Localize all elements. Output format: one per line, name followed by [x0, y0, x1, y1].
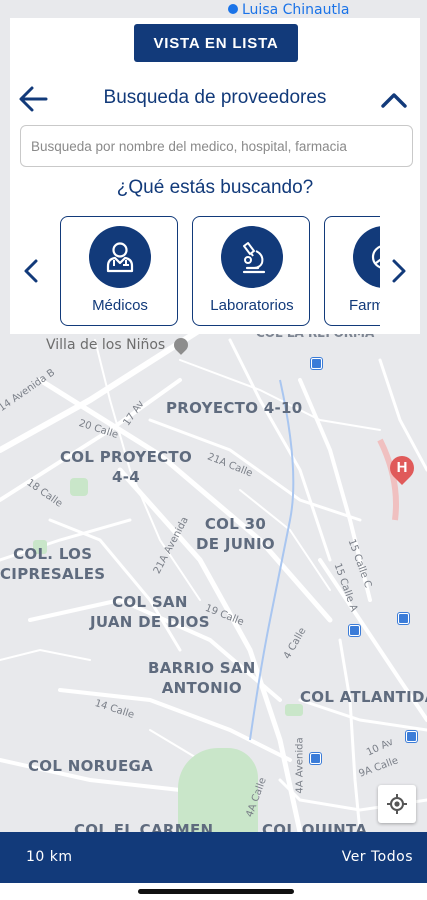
back-button[interactable] [16, 82, 50, 116]
collapse-button[interactable] [378, 84, 410, 116]
category-card-farmacias[interactable]: Farmacias [324, 216, 380, 326]
category-icon-bg [221, 226, 283, 288]
microscope-icon [242, 242, 266, 274]
bus-stop-icon[interactable] [398, 613, 409, 624]
list-view-button[interactable]: VISTA EN LISTA [134, 24, 298, 62]
category-icon-bg [89, 226, 151, 288]
neighborhood-label: COL NORUEGA [28, 757, 154, 775]
carousel-next-button[interactable] [388, 256, 410, 286]
category-carousel[interactable]: Médicos Laboratorios Farmac [60, 216, 380, 328]
category-label: Laboratorios [210, 297, 294, 314]
search-panel: VISTA EN LISTA Busqueda de proveedores ¿… [10, 18, 420, 334]
distance-filter[interactable]: 10 km [26, 849, 73, 865]
neighborhood-label: COL EL CARMEN [74, 821, 214, 832]
hospital-icon: H [396, 459, 408, 476]
neighborhood-label: PROYECTO 4-10 [166, 399, 303, 417]
hospital-marker[interactable]: H [385, 451, 419, 485]
category-card-laboratorios[interactable]: Laboratorios [192, 216, 310, 326]
bus-stop-icon[interactable] [406, 731, 417, 742]
location-pin-icon [228, 4, 238, 14]
doctor-icon [106, 242, 134, 273]
category-card-medicos[interactable]: Médicos [60, 216, 178, 326]
bus-stop-icon[interactable] [310, 753, 321, 764]
category-label: Farmacias [348, 297, 380, 314]
chevron-left-icon [24, 259, 38, 283]
street-label: 4A Avenida [294, 737, 306, 794]
chevron-right-icon [392, 259, 406, 283]
chevron-up-icon [381, 93, 407, 108]
carousel-prev-button[interactable] [20, 256, 42, 286]
neighborhood-label: BARRIO SAN ANTONIO [148, 659, 256, 697]
neighborhood-label: COL SAN JUAN DE DIOS [90, 593, 210, 631]
neighborhood-label: COL ATLANTIDA [300, 688, 427, 706]
bus-stop-icon[interactable] [349, 625, 360, 636]
see-all-button[interactable]: Ver Todos [342, 849, 413, 865]
pharmacy-icon [371, 245, 380, 269]
neighborhood-label: COL PROYECTO 4-4 [60, 448, 193, 486]
search-input[interactable] [20, 125, 413, 167]
crosshair-icon [387, 794, 407, 814]
my-location-button[interactable] [378, 785, 416, 823]
poi-label[interactable]: Villa de los Niños [46, 335, 191, 355]
location-pin-icon [170, 335, 191, 355]
neighborhood-label: COL QUINTA [262, 821, 368, 832]
category-label: Médicos [92, 297, 148, 314]
category-question: ¿Qué estás buscando? [116, 177, 314, 198]
neighborhood-label: COL. LOS CIPRESALES [0, 545, 106, 583]
panel-title: Busqueda de proveedores [103, 87, 327, 108]
category-icon-bg [353, 226, 380, 288]
bus-stop-icon[interactable] [311, 358, 322, 369]
home-indicator[interactable] [138, 889, 294, 894]
arrow-left-icon [19, 86, 48, 112]
neighborhood-label: COL 30 DE JUNIO [196, 515, 275, 553]
top-place-label: Luisa Chinautla [228, 2, 349, 18]
bottom-bar: 10 km Ver Todos [0, 832, 427, 883]
